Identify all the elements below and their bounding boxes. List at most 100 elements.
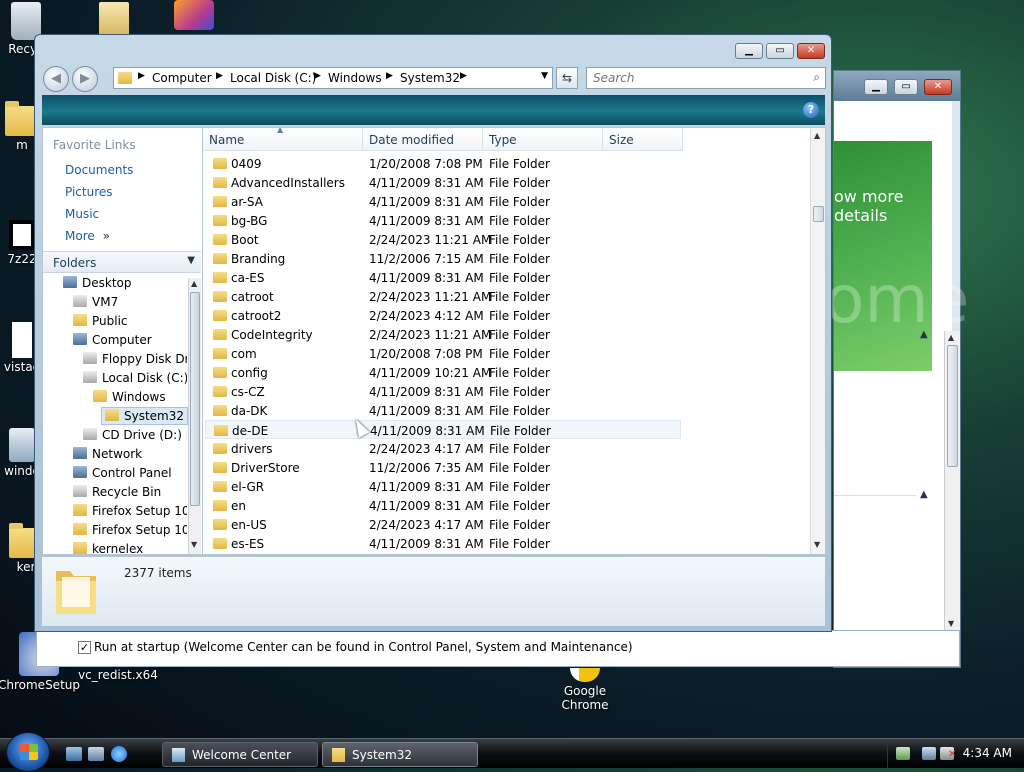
scrollbar-thumb[interactable] [947,345,958,467]
collapse-arrow-icon[interactable]: ▲ [920,329,928,340]
address-dropdown-icon[interactable]: ▼ [541,71,548,81]
scroll-up-icon[interactable]: ▲ [191,279,197,288]
file-row[interactable]: DriverStore 11/2/2006 7:35 AM File Folder [205,458,681,477]
scroll-up-icon[interactable]: ▲ [948,333,954,342]
tree-item-firefox-setup-100[interactable]: Firefox Setup 100 [73,504,187,518]
breadcrumb-local-disk[interactable]: Local Disk (C:) [230,71,316,85]
breadcrumb-computer[interactable]: Computer [152,71,212,85]
breadcrumb-windows[interactable]: Windows [328,71,382,85]
search-input[interactable] [591,69,791,87]
scrollbar-thumb[interactable] [190,292,200,506]
folder-icon [118,72,132,84]
scroll-down-icon[interactable]: ▼ [948,619,954,628]
favorite-link-documents[interactable]: Documents [65,163,133,177]
tree-item-recycle-bin[interactable]: Recycle Bin [73,485,161,499]
file-row[interactable]: el-GR 4/11/2009 8:31 AM File Folder [205,477,681,496]
show-desktop-icon[interactable] [66,747,82,761]
search-icon[interactable]: ⌕ [813,70,820,85]
tree-item-floppy[interactable]: Floppy Disk Dr [83,352,187,366]
favorite-link-music[interactable]: Music [65,207,99,221]
file-row[interactable]: com 1/20/2008 7:08 PM File Folder [205,344,681,363]
file-row[interactable]: de-DE 4/11/2009 8:31 AM File Folder [205,420,681,439]
desktop-icon-firefox-setup[interactable] [164,0,224,32]
start-button[interactable] [6,732,50,772]
desktop-icon-folder[interactable] [84,2,144,38]
taskbar-button-welcome-center[interactable]: Welcome Center [162,742,318,767]
file-row[interactable]: AdvancedInstallers 4/11/2009 8:31 AM File … [205,173,681,192]
file-row[interactable]: bg-BG 4/11/2009 8:31 AM File Folder [205,211,681,230]
file-row[interactable]: ar-SA 4/11/2009 8:31 AM File Folder [205,192,681,211]
back-button[interactable]: ◀ [43,66,69,92]
clock[interactable]: 4:34 AM [963,746,1012,760]
minimize-button[interactable]: ▁ [864,79,888,95]
breadcrumb-chevron-icon[interactable]: ▶ [460,71,467,81]
scroll-down-icon[interactable]: ▼ [191,540,197,549]
show-more-details-link[interactable]: ow more details [834,187,932,225]
close-button[interactable]: ✕ [924,79,952,95]
column-header-size[interactable]: Size [603,128,683,151]
scroll-down-icon[interactable]: ▼ [814,540,820,549]
column-header-name[interactable]: Name ▲ [203,128,363,151]
tree-item-desktop[interactable]: Desktop [63,276,132,290]
tree-item-vm7[interactable]: VM7 [73,295,118,309]
taskbar-button-system32[interactable]: System32 [322,742,478,767]
file-name-text: DriverStore [231,461,300,475]
address-bar[interactable]: ▶ Computer ▶ Local Disk (C:) ▶ Windows ▶… [113,67,553,89]
favorite-link-pictures[interactable]: Pictures [65,185,113,199]
column-header-type[interactable]: Type [483,128,603,151]
maximize-button[interactable]: ▭ [894,79,918,95]
column-header-date-modified[interactable]: Date modified [363,128,483,151]
minimize-button[interactable]: ▁ [735,43,763,59]
switch-windows-icon[interactable] [88,747,104,761]
file-row[interactable]: CodeIntegrity 2/24/2023 11:21 AM File Fold… [205,325,681,344]
network-status-icon[interactable] [922,747,936,760]
tree-item-windows[interactable]: Windows [93,390,166,404]
desktop-icon-vc-redist[interactable]: vc_redist.x64 [78,668,158,682]
file-row[interactable]: en 4/11/2009 8:31 AM File Folder [205,496,681,515]
tree-item-kernelex[interactable]: kernelex [73,542,143,556]
file-list-scrollbar[interactable]: ▲ ▼ [810,128,825,554]
file-row[interactable]: 0409 1/20/2008 7:08 PM File Folder [205,154,681,173]
tree-item-firefox-setup-102[interactable]: Firefox Setup 102 [73,523,187,537]
file-row[interactable]: catroot2 2/24/2023 4:12 AM File Folder [205,306,681,325]
tree-item-cd-drive[interactable]: CD Drive (D:) M [83,428,187,442]
file-row[interactable]: da-DK 4/11/2009 8:31 AM File Folder [205,401,681,420]
internet-explorer-icon[interactable] [111,746,127,762]
tree-scrollbar[interactable]: ▲ ▼ [188,278,201,554]
file-row[interactable]: Branding 11/2/2006 7:15 AM File Folder [205,249,681,268]
breadcrumb-chevron-icon[interactable]: ▶ [216,71,223,81]
file-row[interactable]: es-ES 4/11/2009 8:31 AM File Folder [205,534,681,553]
tree-item-local-disk[interactable]: Local Disk (C:) [83,371,187,385]
safely-remove-hardware-icon[interactable] [896,747,910,760]
refresh-button[interactable]: ⇆ [556,67,578,89]
tree-item-network[interactable]: Network [73,447,142,461]
tree-item-system32[interactable]: System32 [101,407,189,425]
scroll-up-icon[interactable]: ▲ [814,131,820,140]
file-row[interactable]: catroot 2/24/2023 11:21 AM File Folder [205,287,681,306]
file-row[interactable]: config 4/11/2009 10:21 AM File Folder [205,363,681,382]
file-row[interactable]: ca-ES 4/11/2009 8:31 AM File Folder [205,268,681,287]
breadcrumb-chevron-icon[interactable]: ▶ [386,71,393,81]
file-row[interactable]: Boot 2/24/2023 11:21 AM File Folder [205,230,681,249]
file-row[interactable]: cs-CZ 4/11/2009 8:31 AM File Folder [205,382,681,401]
maximize-button[interactable]: ▭ [766,43,794,59]
help-icon[interactable]: ? [803,102,819,118]
tree-item-control-panel[interactable]: Control Panel [73,466,172,480]
forward-button[interactable]: ▶ [72,66,98,92]
favorite-link-more[interactable]: More » [65,229,110,243]
desktop-icon-google-chrome[interactable]: Google Chrome [545,668,625,712]
file-row[interactable]: en-US 2/24/2023 4:17 AM File Folder [205,515,681,534]
folders-toggle[interactable]: Folders ▼ [43,251,201,273]
breadcrumb-system32[interactable]: System32 [400,71,460,85]
breadcrumb-chevron-icon[interactable]: ▶ [138,71,145,81]
run-at-startup-checkbox[interactable]: ✓ [78,641,91,654]
breadcrumb-chevron-icon[interactable]: ▶ [314,71,321,81]
tree-item-public[interactable]: Public [73,314,128,328]
scrollbar-thumb[interactable] [813,206,824,222]
close-button[interactable]: ✕ [797,43,825,59]
collapse-arrow-icon[interactable]: ▲ [920,489,928,500]
welcome-scrollbar[interactable]: ▲ ▼ [944,331,960,633]
file-row[interactable]: drivers 2/24/2023 4:17 AM File Folder [205,439,681,458]
search-box[interactable]: ⌕ [586,67,826,89]
tree-item-computer[interactable]: Computer [73,333,152,347]
